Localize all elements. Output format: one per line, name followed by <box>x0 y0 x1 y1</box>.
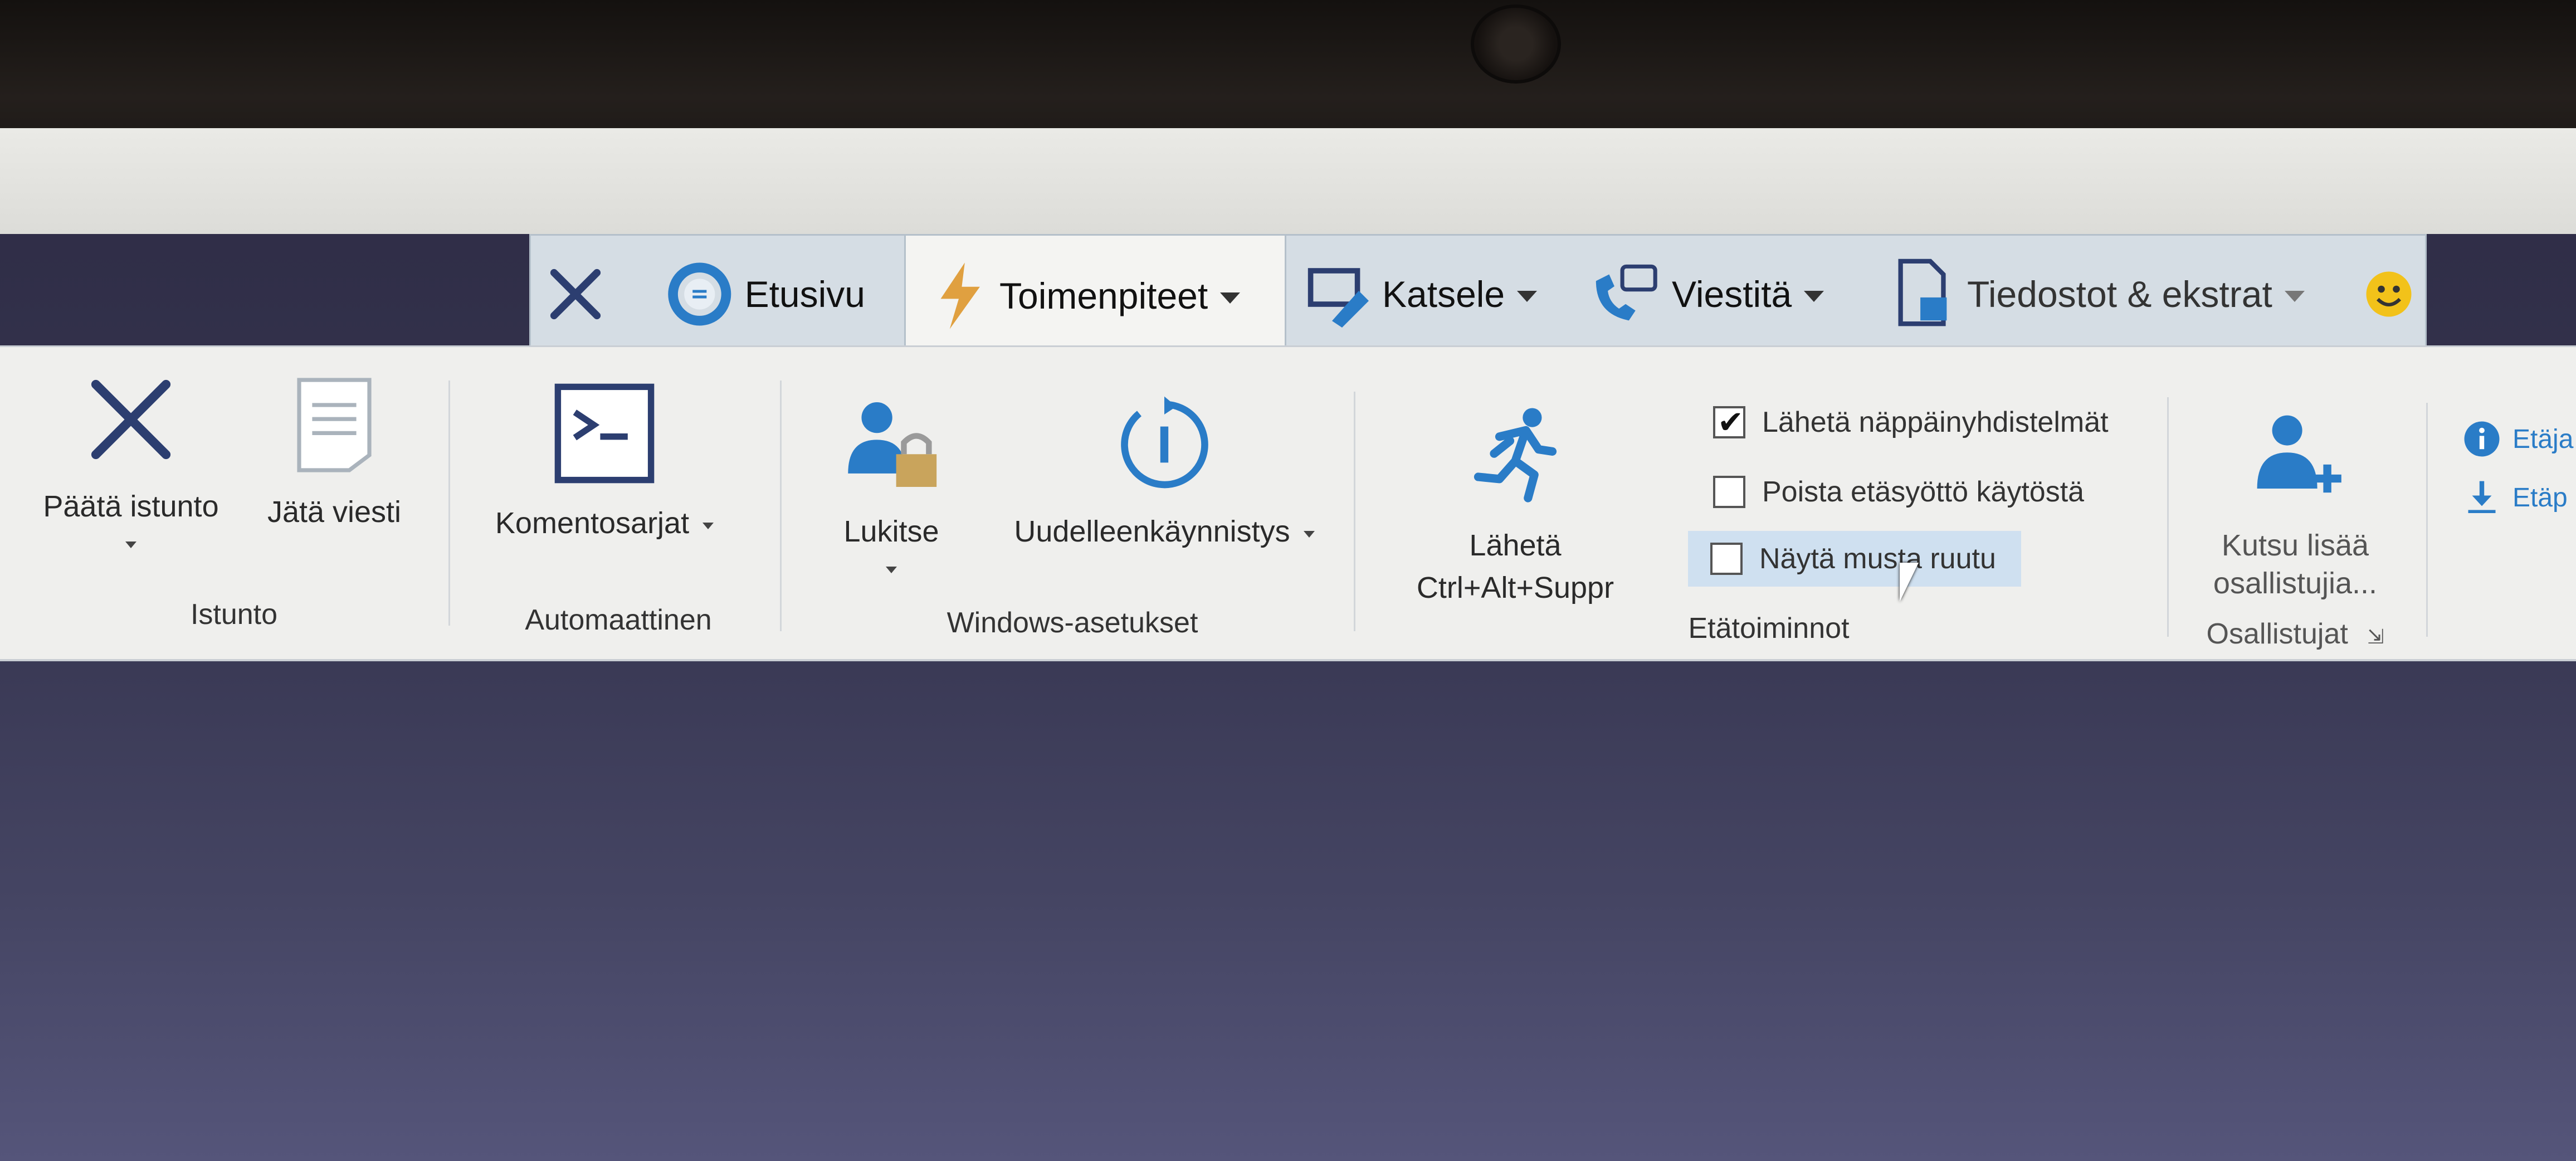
send-ctrl-alt-del-button[interactable]: Lähetä Ctrl+Alt+Suppr <box>1393 403 1638 605</box>
separator <box>2426 403 2428 637</box>
send-keys-label: Lähetä näppäinyhdistelmät <box>1762 406 2109 438</box>
tab-home[interactable]: Etusivu <box>665 236 865 353</box>
separator <box>1354 392 1355 631</box>
group-label-windows: Windows-asetukset <box>947 607 1198 639</box>
terminal-icon <box>554 383 655 484</box>
document-icon <box>297 378 372 472</box>
ribbon: Päätä istunto Jätä viesti Istunto Koment… <box>0 345 2576 661</box>
chevron-down-icon <box>886 566 897 573</box>
tab-actions[interactable]: Toimenpiteet <box>904 236 1286 355</box>
leave-message-button[interactable]: Jätä viesti <box>245 375 423 533</box>
dialog-launcher-icon[interactable]: ⇲ <box>2367 625 2384 648</box>
tab-view-label: Katsele <box>1382 274 1505 315</box>
end-session-button[interactable]: Päätä istunto <box>28 369 234 548</box>
invite-line1: Kutsu lisää <box>2221 529 2369 562</box>
remote-info-label: Etäja <box>2512 424 2574 454</box>
black-screen-label: Näytä musta ruutu <box>1759 543 1996 575</box>
restart-label: Uudelleenkäynnistys <box>1014 515 1290 548</box>
black-screen-checkbox[interactable]: Näytä musta ruutu <box>1688 531 2021 587</box>
monitor-icon <box>1307 268 1369 328</box>
group-label-automation: Automaattinen <box>525 604 712 636</box>
add-user-icon <box>2257 415 2341 493</box>
close-tab-button[interactable] <box>542 236 609 353</box>
chevron-down-icon <box>1517 291 1538 302</box>
smiley-icon <box>2366 271 2412 317</box>
disable-input-checkbox[interactable]: Poista etäsyöttö käytöstä <box>1713 475 2084 509</box>
home-icon <box>668 262 731 326</box>
restart-button[interactable]: Uudelleenkäynnistys <box>986 394 1343 552</box>
chevron-down-icon <box>2284 291 2305 302</box>
running-man-icon <box>1474 408 1557 503</box>
separator <box>2167 397 2169 637</box>
user-lock-icon <box>848 402 937 487</box>
tab-communicate-label: Viestitä <box>1672 274 1792 315</box>
checkbox-checked[interactable] <box>1713 404 1745 441</box>
disable-input-label: Poista etäsyöttö käytöstä <box>1762 476 2085 508</box>
tab-actions-label: Toimenpiteet <box>999 275 1208 316</box>
end-session-label: Päätä istunto <box>43 490 219 523</box>
send-keys-checkbox[interactable]: Lähetä näppäinyhdistelmät <box>1713 404 2109 441</box>
tab-home-label: Etusivu <box>744 274 865 315</box>
group-label-session: Istunto <box>190 598 278 631</box>
download-icon <box>2468 481 2496 513</box>
checkbox-unchecked[interactable] <box>1713 476 1745 508</box>
chevron-down-icon <box>1303 531 1315 538</box>
scripts-button[interactable]: Komentosarjat <box>479 381 730 544</box>
tab-bar: Etusivu Toimenpiteet Katsele Viestitä Ti… <box>529 234 2427 355</box>
remote-info-button[interactable]: Etäja <box>2462 419 2573 458</box>
lightning-icon <box>940 262 980 329</box>
feedback-button[interactable] <box>2358 236 2419 353</box>
window-titlebar <box>0 128 2576 234</box>
group-label-participants: Osallistujat ⇲ <box>2173 617 2418 651</box>
webcam <box>1471 4 1561 84</box>
invite-line2: osallistujia... <box>2213 566 2378 600</box>
chevron-down-icon <box>1220 292 1241 304</box>
remote-download-button[interactable]: Etäp <box>2462 478 2568 517</box>
send-cad-line1: Lähetä <box>1469 529 1562 562</box>
chat-phone-icon <box>1596 264 1657 321</box>
separator <box>780 381 782 631</box>
files-icon <box>1898 258 1947 326</box>
separator <box>448 381 450 626</box>
chevron-down-icon <box>1804 291 1824 302</box>
invite-participants-button[interactable]: Kutsu lisää osallistujia... <box>2184 408 2407 601</box>
tab-files[interactable]: Tiedostot & ekstrat <box>1890 236 2347 353</box>
lock-button[interactable]: Lukitse <box>824 394 958 573</box>
send-cad-line2: Ctrl+Alt+Suppr <box>1416 570 1614 604</box>
checkbox-unchecked[interactable] <box>1710 543 1743 575</box>
restart-icon <box>1121 396 1208 489</box>
leave-message-label: Jätä viesti <box>267 495 402 529</box>
mouse-cursor <box>1900 563 1919 602</box>
lock-label: Lukitse <box>843 515 939 548</box>
x-icon <box>91 379 171 460</box>
info-icon <box>2464 421 2500 457</box>
group-label-remote: Etätoiminnot <box>1688 612 1850 645</box>
tab-communicate[interactable]: Viestitä <box>1589 236 1879 353</box>
chevron-down-icon <box>702 523 714 530</box>
close-icon <box>550 269 601 320</box>
chevron-down-icon <box>125 541 136 548</box>
tab-files-label: Tiedostot & ekstrat <box>1967 274 2272 315</box>
group-label-participants-text: Osallistujat <box>2206 618 2348 650</box>
tab-view[interactable]: Katsele <box>1305 236 1573 353</box>
scripts-label: Komentosarjat <box>495 506 690 540</box>
remote-download-label: Etäp <box>2512 482 2568 513</box>
